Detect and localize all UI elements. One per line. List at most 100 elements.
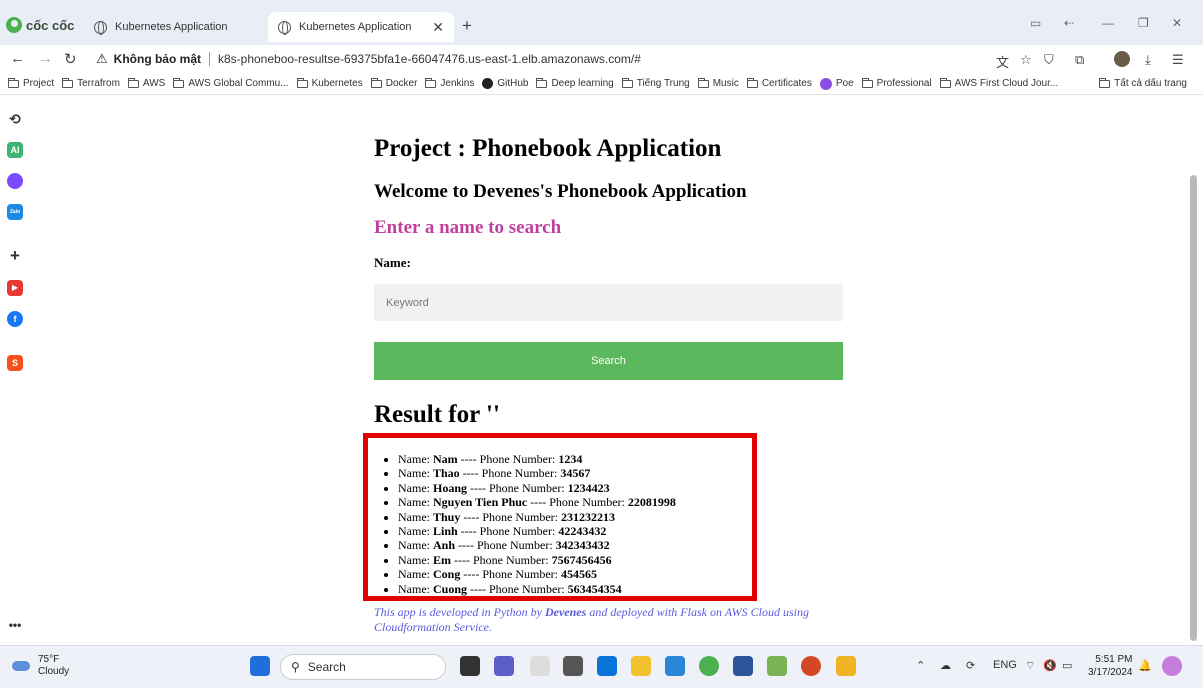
bookmark-jenkins[interactable]: Jenkins: [425, 77, 474, 89]
youtube-icon[interactable]: ▶: [7, 280, 23, 296]
bookmark-github[interactable]: GitHub: [482, 78, 528, 89]
tab-strip: cốc cốc Kubernetes Application Kubernete…: [0, 0, 1203, 45]
search-button[interactable]: Search: [374, 342, 843, 380]
folder-icon: [621, 77, 633, 88]
result-item: Name: Thao ---- Phone Number: 34567: [398, 466, 676, 480]
window-close-icon[interactable]: ✕: [1172, 16, 1182, 30]
powerpoint-icon[interactable]: [801, 656, 821, 676]
browser-brand[interactable]: cốc cốc: [6, 14, 74, 36]
bookmark-project[interactable]: Project: [8, 77, 54, 89]
copilot-icon[interactable]: [1162, 656, 1182, 676]
tab-search-icon[interactable]: ▭: [1030, 16, 1041, 30]
extensions-icon[interactable]: ⧉: [1075, 52, 1084, 68]
bookmark-aws-first-cloud[interactable]: AWS First Cloud Jour...: [939, 77, 1058, 89]
contact-name: Hoang: [433, 480, 468, 495]
app-icon-2[interactable]: [767, 656, 787, 676]
bookmark-aws-global[interactable]: AWS Global Commu...: [173, 77, 289, 89]
search-icon: ⚲: [291, 660, 300, 674]
url-text[interactable]: k8s-phoneboo-resultse-69375bfa1e-6604747…: [218, 52, 641, 66]
reload-icon[interactable]: ↻: [64, 50, 77, 68]
folder-icon: [127, 77, 139, 88]
app-icon[interactable]: [563, 656, 583, 676]
name-prefix: Name:: [398, 567, 430, 582]
menu-icon[interactable]: ☰: [1172, 52, 1184, 68]
result-item: Name: Nam ---- Phone Number: 1234: [398, 452, 676, 466]
name-prefix: Name:: [398, 524, 430, 539]
forward-icon[interactable]: →: [38, 50, 53, 67]
new-tab-icon[interactable]: +: [462, 16, 472, 36]
page-title: Project : Phonebook Application: [374, 135, 722, 162]
profile-avatar[interactable]: [1114, 51, 1130, 67]
temperature: 75°F: [38, 654, 60, 665]
task-view-icon[interactable]: [460, 656, 480, 676]
scrollbar-thumb[interactable]: [1190, 175, 1197, 641]
file-explorer-icon[interactable]: [631, 656, 651, 676]
history-icon[interactable]: ⟲: [7, 111, 23, 127]
ai-icon[interactable]: AI: [7, 142, 23, 158]
notification-icon[interactable]: 🔔: [1138, 659, 1152, 672]
bookmark-professional[interactable]: Professional: [861, 77, 932, 89]
maximize-icon[interactable]: ❐: [1138, 16, 1149, 30]
download-icon[interactable]: ⤓: [1145, 52, 1151, 68]
bookmark-docker[interactable]: Docker: [370, 77, 417, 89]
weather-widget[interactable]: 75°F Cloudy: [12, 654, 69, 678]
phone-number: 454565: [560, 567, 597, 582]
coccoc-taskbar-icon[interactable]: [699, 656, 719, 676]
bookmark-aws[interactable]: AWS: [127, 77, 165, 89]
sync-icon[interactable]: ⟳: [966, 659, 975, 672]
zalo-icon[interactable]: Zalo: [7, 204, 23, 220]
phone-prefix: ---- Phone Number:: [530, 495, 625, 510]
system-clock[interactable]: 5:51 PM 3/17/2024: [1088, 653, 1133, 679]
shield-icon[interactable]: ⛉: [1044, 52, 1054, 68]
bookmark-deep-learning[interactable]: Deep learning: [536, 77, 614, 89]
add-icon[interactable]: +: [7, 247, 23, 264]
tab-2-active[interactable]: Kubernetes Application ✕: [268, 12, 454, 42]
minimize-icon[interactable]: —: [1102, 16, 1114, 30]
bookmark-poe[interactable]: Poe: [819, 77, 854, 90]
more-icon[interactable]: •••: [7, 617, 23, 633]
word-icon[interactable]: [733, 656, 753, 676]
shopee-icon[interactable]: S: [7, 355, 23, 371]
translate-icon[interactable]: 文: [996, 52, 1009, 71]
taskbar-search[interactable]: ⚲ Search: [280, 654, 446, 680]
battery-icon[interactable]: ▭: [1062, 659, 1072, 672]
keyword-input[interactable]: [374, 284, 843, 321]
language-indicator[interactable]: ENG: [993, 659, 1017, 671]
security-label[interactable]: Không bảo mật: [114, 52, 201, 66]
folder-icon: [296, 77, 308, 88]
footer-author: Devenes: [544, 605, 587, 619]
result-heading: Result for '': [374, 401, 500, 428]
facebook-icon[interactable]: f: [7, 311, 23, 327]
star-icon[interactable]: ☆: [1020, 52, 1032, 68]
coccoc-logo-icon: [6, 17, 22, 33]
teams-icon[interactable]: [494, 656, 514, 676]
phone-prefix: ---- Phone Number:: [463, 509, 558, 524]
tab-1[interactable]: Kubernetes Application: [84, 12, 264, 42]
volume-icon[interactable]: 🔇: [1043, 659, 1057, 672]
weather-condition: Cloudy: [38, 666, 70, 677]
bookmark-kubernetes[interactable]: Kubernetes: [296, 77, 363, 89]
phone-number: 1234423: [567, 480, 610, 495]
page-scrollbar[interactable]: [1185, 95, 1203, 645]
app-icon-3[interactable]: [836, 656, 856, 676]
windows-start-icon[interactable]: [250, 656, 270, 676]
mail-icon[interactable]: [597, 656, 617, 676]
back-history-icon[interactable]: ⇠: [1064, 16, 1074, 30]
result-item: Name: Nguyen Tien Phuc ---- Phone Number…: [398, 495, 676, 509]
bookmark-terrafrom[interactable]: Terrafrom: [62, 77, 120, 89]
vscode-icon[interactable]: [665, 656, 685, 676]
close-tab-icon[interactable]: ✕: [432, 19, 444, 36]
bookmark-music[interactable]: Music: [697, 77, 739, 89]
messenger-icon[interactable]: [7, 173, 23, 189]
bookmark-label: Professional: [876, 78, 932, 89]
all-bookmarks[interactable]: Tất cả dấu trang: [1099, 77, 1187, 89]
address-bar[interactable]: ⚠ Không bảo mật k8s-phoneboo-resultse-69…: [90, 47, 990, 71]
tray-expand-icon[interactable]: ⌃: [916, 659, 925, 672]
back-icon[interactable]: ←: [10, 50, 25, 67]
bookmark-certificates[interactable]: Certificates: [746, 77, 812, 89]
onedrive-icon[interactable]: ☁: [940, 659, 951, 672]
folder-icon: [62, 77, 74, 88]
snipping-tool-icon[interactable]: [530, 656, 550, 676]
bookmark-tieng-trung[interactable]: Tiếng Trung: [621, 77, 690, 89]
wifi-icon[interactable]: ⌔: [1025, 659, 1035, 673]
